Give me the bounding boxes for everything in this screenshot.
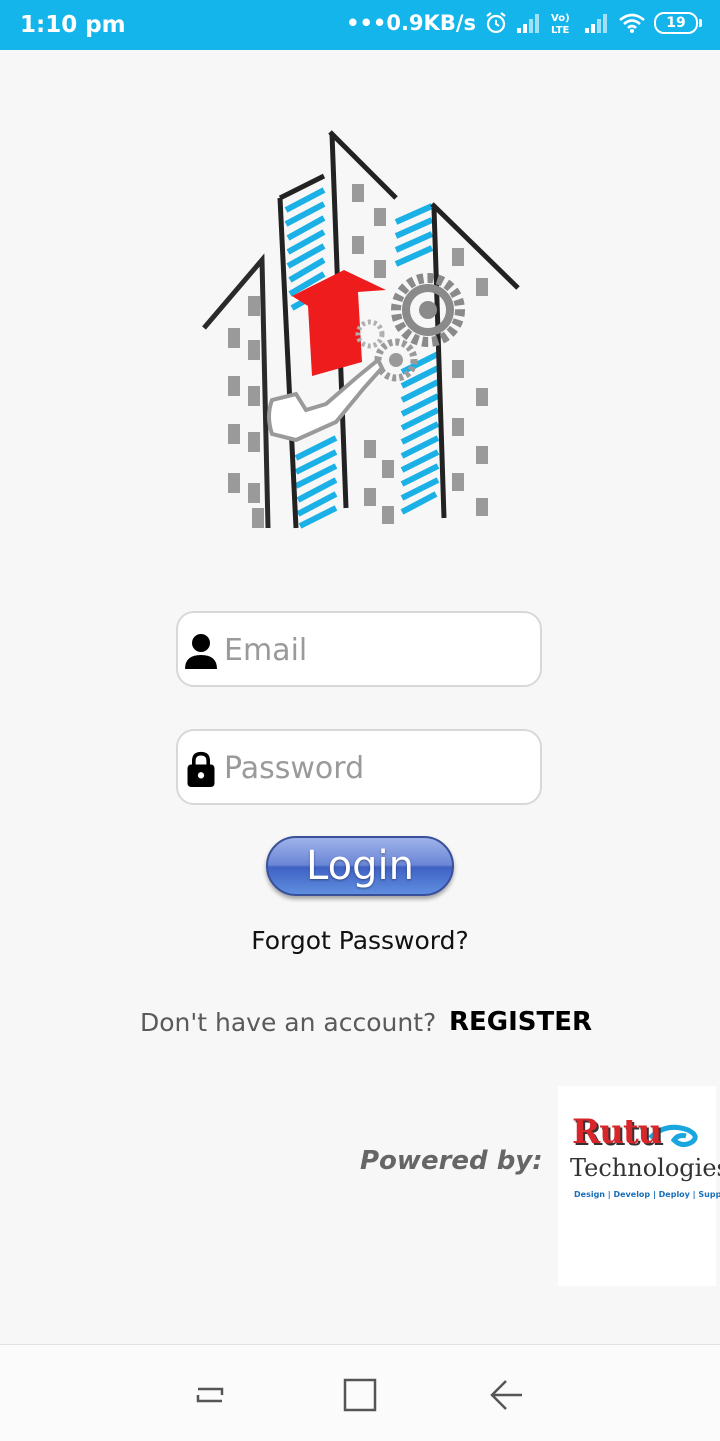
email-input[interactable] (224, 621, 529, 679)
status-icons: •••0.9KB/s Vo) LTE 19 (346, 11, 702, 35)
signal-icon (517, 14, 539, 33)
network-speed: •••0.9KB/s (346, 11, 476, 35)
company-tagline: Design | Develop | Deploy | Support (574, 1190, 720, 1199)
user-icon (185, 634, 217, 669)
email-field[interactable] (176, 611, 542, 687)
status-bar: 1:10 pm •••0.9KB/s Vo) LTE 19 (0, 0, 720, 50)
alarm-icon (486, 12, 506, 34)
recents-icon[interactable] (190, 1375, 230, 1415)
battery-icon: 19 (654, 12, 702, 34)
password-field[interactable] (176, 729, 542, 805)
svg-text:LTE: LTE (551, 25, 570, 35)
company-name: Rutu (572, 1112, 662, 1152)
volte-icon: Vo) LTE (551, 13, 570, 35)
lock-icon (187, 751, 215, 787)
no-account-text: Don't have an account? (140, 1008, 437, 1037)
app-logo (202, 130, 520, 529)
wifi-icon (619, 13, 645, 33)
password-input[interactable] (224, 739, 529, 797)
company-sub: Technologies (570, 1154, 720, 1182)
company-logo: Rutu Technologies Design | Develop | Dep… (558, 1086, 720, 1286)
navigation-bar (0, 1344, 720, 1441)
powered-by-label: Powered by: (360, 1146, 543, 1176)
forgot-password-link[interactable]: Forgot Password? (0, 926, 720, 955)
login-button[interactable]: Login (266, 836, 454, 896)
battery-level: 19 (654, 12, 698, 34)
back-icon[interactable] (488, 1375, 528, 1415)
register-link[interactable]: REGISTER (449, 1007, 592, 1037)
status-time: 1:10 pm (20, 12, 126, 38)
home-icon[interactable] (340, 1375, 380, 1415)
svg-text:Vo): Vo) (551, 13, 570, 24)
signal-icon (585, 14, 607, 33)
